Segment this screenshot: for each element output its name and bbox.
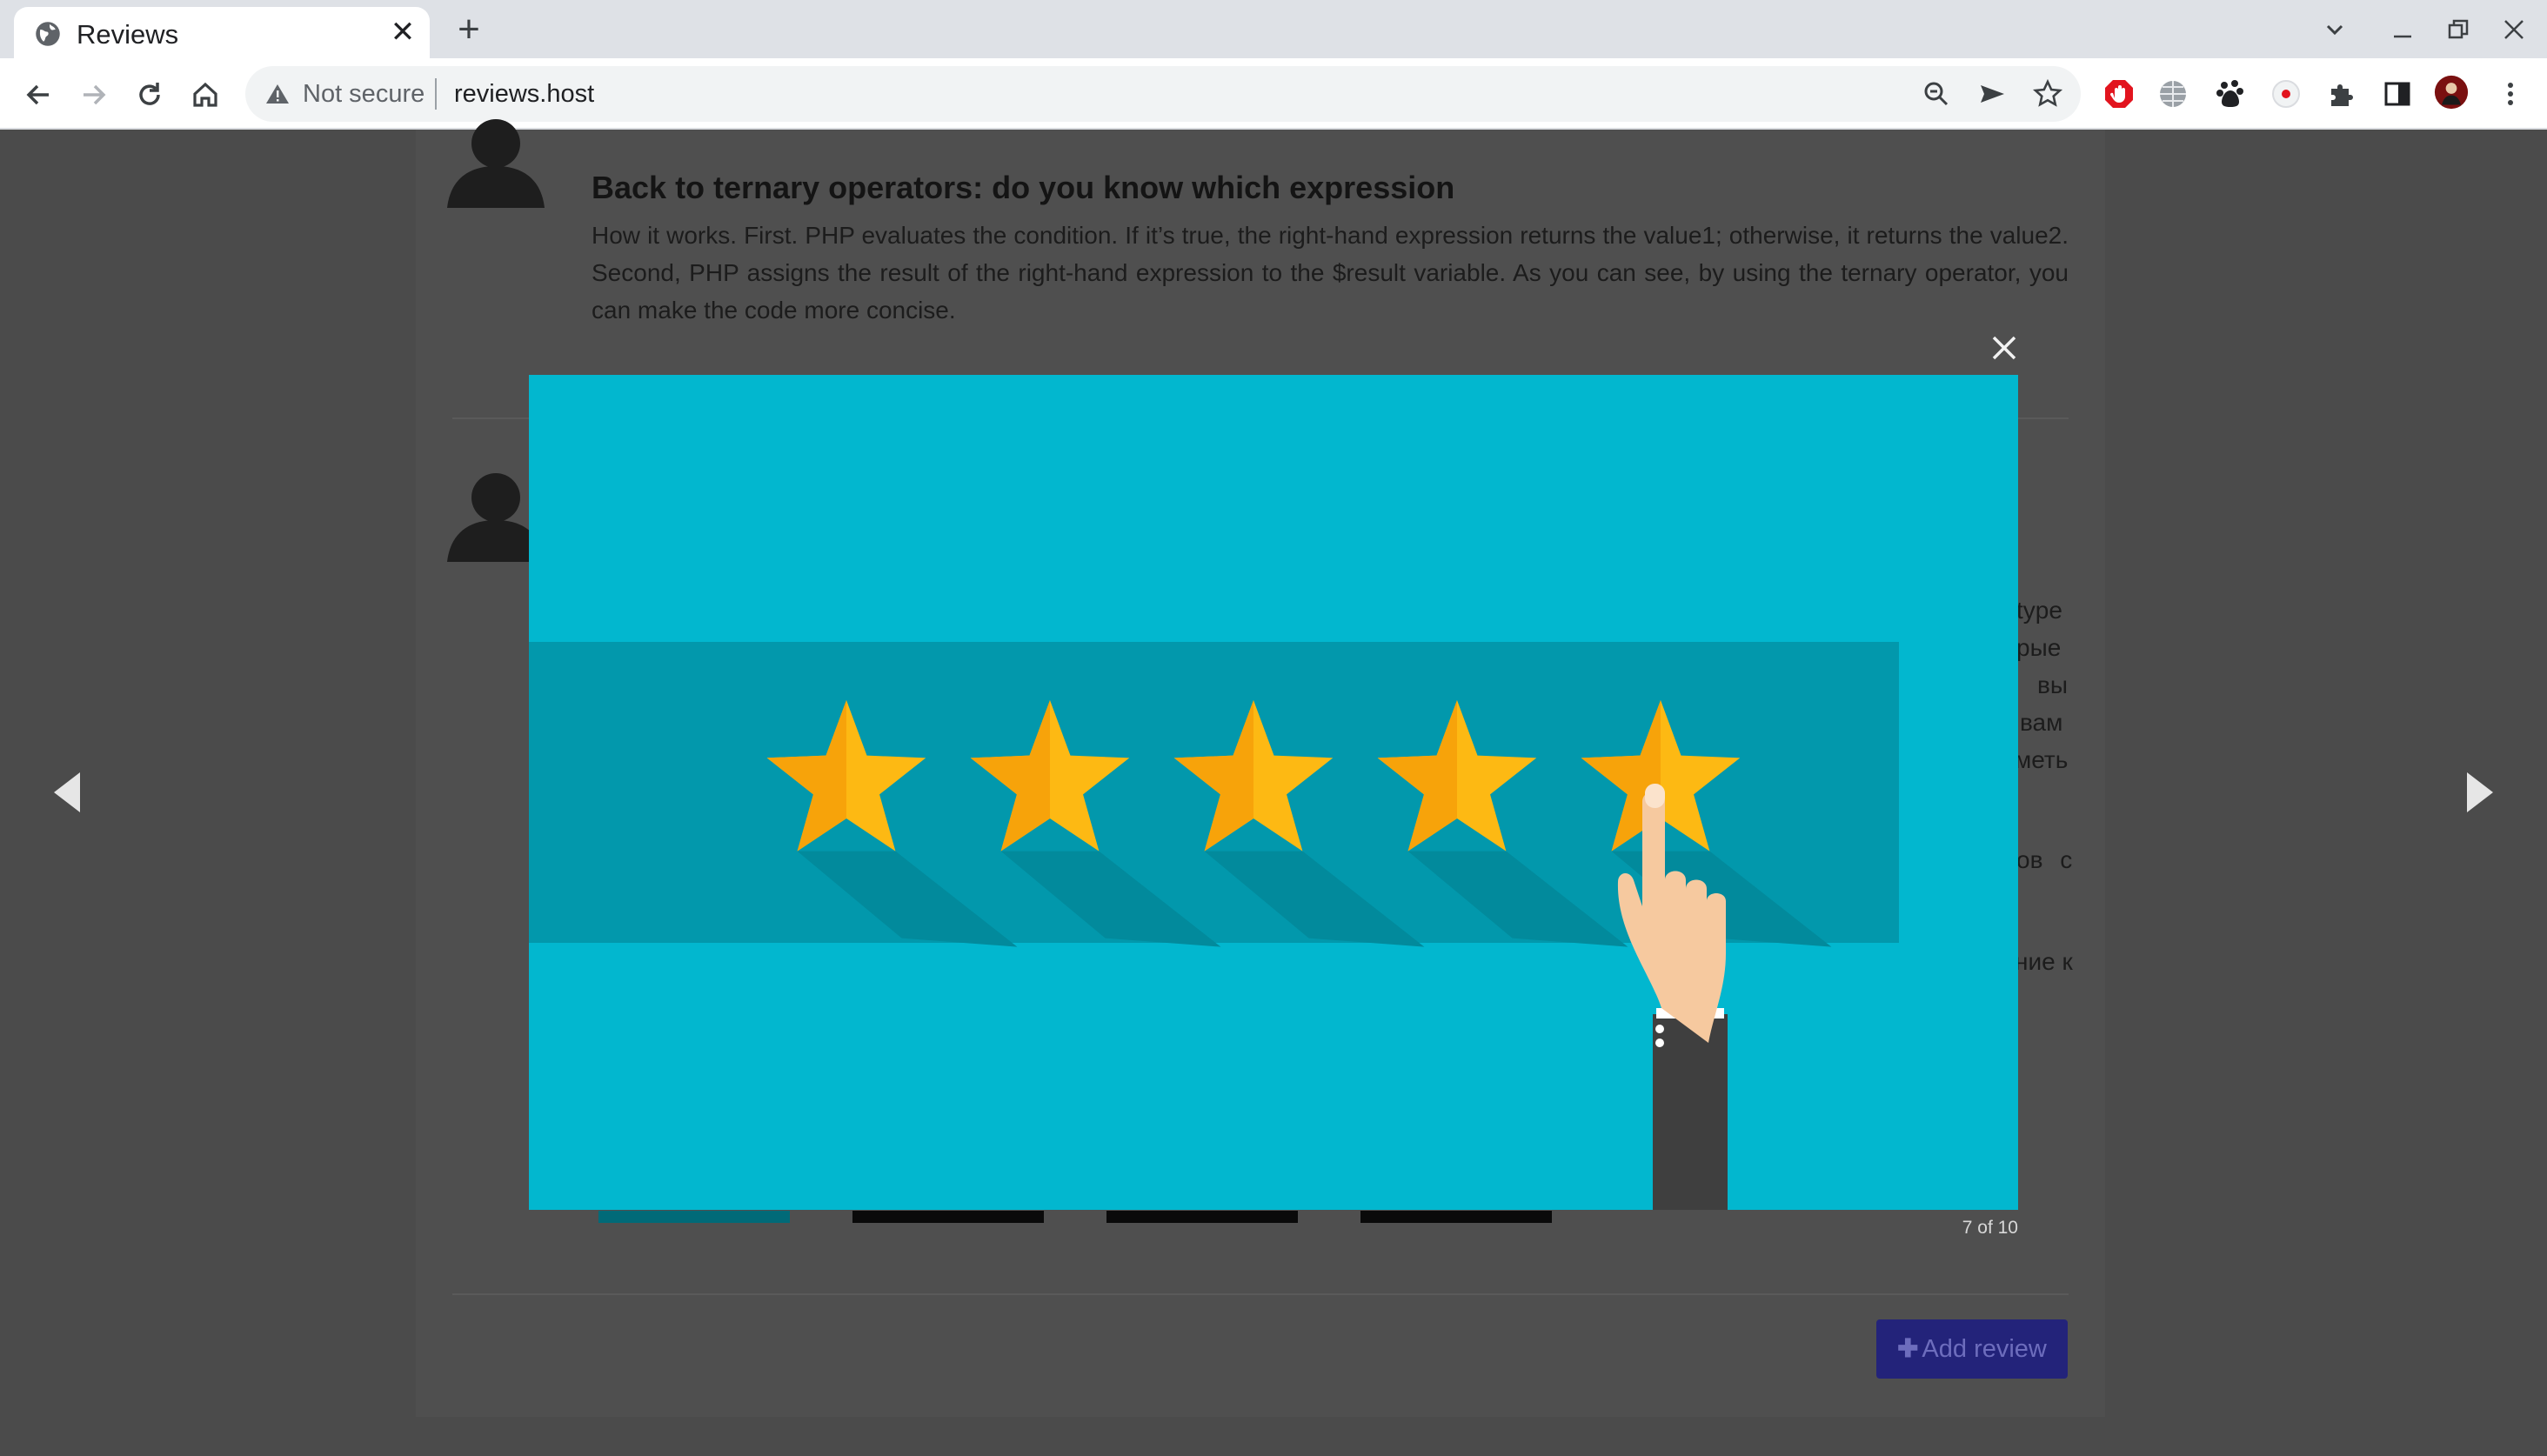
record-extension-icon[interactable] (2269, 77, 2303, 111)
window-close-icon[interactable] (2497, 12, 2531, 47)
lightbox-counter: 7 of 10 (1962, 1218, 2018, 1238)
zoom-icon[interactable] (1921, 78, 1952, 110)
review-text-fragment: type (2016, 597, 2062, 624)
add-review-button[interactable]: ✚ Add review (1876, 1319, 2068, 1379)
restore-icon[interactable] (2441, 12, 2476, 47)
five-star-rating-illustration (529, 642, 1899, 1210)
review-text-fragment: вам (2020, 709, 2063, 736)
globe-icon (36, 22, 60, 46)
review-image-thumbnail[interactable] (852, 1211, 1044, 1223)
browser-menu-icon[interactable] (2493, 77, 2528, 111)
browser-tab-strip: Reviews ✕ + (0, 0, 2547, 58)
warning-triangle-icon[interactable] (264, 82, 291, 106)
review-image-thumbnail[interactable] (1106, 1211, 1298, 1223)
paw-extension-icon[interactable] (2213, 77, 2248, 111)
review-image-thumbnail[interactable] (598, 1211, 790, 1223)
add-review-label: Add review (1922, 1335, 2047, 1363)
tab-close-icon[interactable]: ✕ (388, 17, 418, 47)
review-text-fragment: вы (2037, 671, 2068, 698)
lightbox-close-icon[interactable] (1989, 332, 2020, 364)
lightbox-image (529, 375, 2018, 1210)
extensions-puzzle-icon[interactable] (2324, 77, 2359, 111)
minimize-icon[interactable] (2385, 12, 2420, 47)
tab-title: Reviews (77, 19, 179, 50)
review-image-thumbnail[interactable] (1360, 1211, 1552, 1223)
adblock-extension-icon[interactable] (2102, 77, 2136, 111)
review-divider (452, 1293, 2069, 1295)
review-title: Back to ternary operators: do you know w… (592, 170, 1455, 205)
back-arrow-icon[interactable] (19, 76, 57, 114)
plus-icon: ✚ (1897, 1335, 1919, 1363)
profile-avatar-icon[interactable] (2434, 75, 2469, 110)
review-text-fragment: рые (2016, 634, 2062, 661)
reload-icon[interactable] (130, 76, 169, 114)
user-avatar-icon (447, 119, 545, 208)
send-icon[interactable] (1976, 78, 2008, 110)
tab-search-chevron-icon[interactable] (2317, 12, 2352, 47)
review-text-fragment: ов с (2016, 846, 2073, 873)
review-text-fragment: ние к (2015, 948, 2073, 975)
lightbox-next-arrow-icon[interactable] (2463, 771, 2495, 814)
home-icon[interactable] (186, 76, 224, 114)
new-tab-button[interactable]: + (451, 10, 487, 49)
browser-tab[interactable]: Reviews ✕ (14, 7, 430, 58)
review-body: How it works. First. PHP evaluates the c… (592, 222, 2069, 324)
vpn-globe-extension-icon[interactable] (2156, 77, 2190, 111)
security-status-label[interactable]: Not secure (303, 80, 424, 109)
lightbox-prev-arrow-icon[interactable] (52, 771, 84, 814)
url-text[interactable]: reviews.host (454, 80, 594, 109)
browser-toolbar: Not secure reviews.host (0, 58, 2547, 130)
forward-arrow-icon[interactable] (75, 76, 113, 114)
review-text-fragment: меть (2015, 746, 2069, 773)
address-separator (435, 78, 437, 110)
bookmark-star-icon[interactable] (2032, 78, 2063, 110)
side-panel-icon[interactable] (2380, 77, 2415, 111)
